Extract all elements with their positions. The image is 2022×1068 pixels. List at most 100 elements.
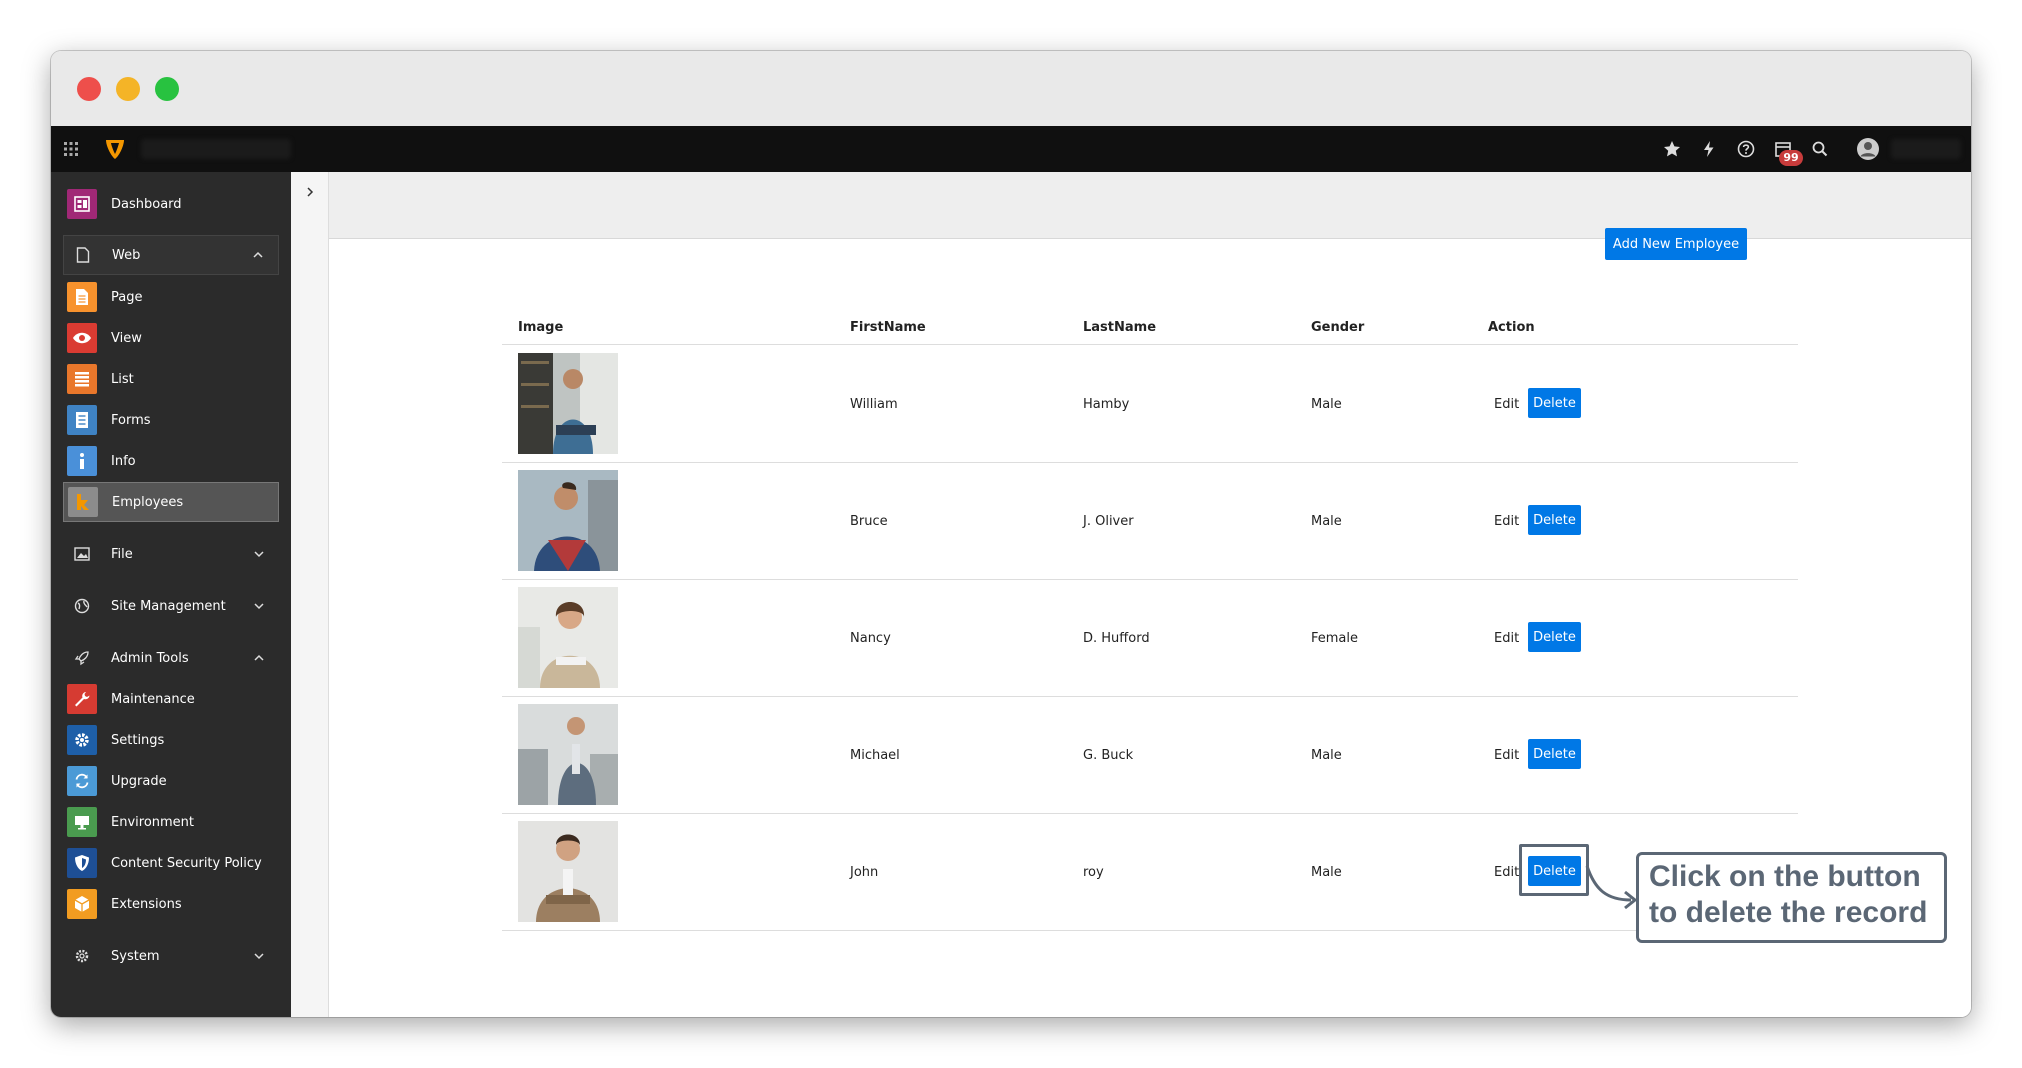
sidebar-item-extensions[interactable]: Extensions [63, 884, 279, 924]
page-tree-collapsed [291, 172, 329, 1017]
typo3-logo[interactable] [103, 137, 127, 161]
sidebar-item-label: Dashboard [111, 196, 182, 212]
typo3-topbar: 99 [51, 126, 1971, 172]
employees-extension-icon [68, 487, 98, 517]
help-icon[interactable] [1736, 139, 1756, 159]
delete-button[interactable]: Delete [1528, 505, 1581, 535]
sidebar-group-site-management[interactable]: Site Management [63, 586, 279, 626]
sidebar-item-view[interactable]: View [63, 318, 279, 358]
column-header-firstname: FirstName [850, 320, 926, 335]
sidebar-item-label: Forms [111, 412, 151, 428]
username-blurred [1891, 139, 1961, 159]
delete-button-highlight [1519, 844, 1589, 896]
cell-firstname: John [850, 865, 879, 880]
delete-button[interactable]: Delete [1528, 388, 1581, 418]
sidebar-item-list[interactable]: List [63, 359, 279, 399]
employee-photo [518, 821, 618, 922]
close-window-button[interactable] [77, 77, 101, 101]
sidebar-group-admin-tools[interactable]: Admin Tools [63, 638, 279, 678]
sidebar-item-label: Settings [111, 732, 165, 748]
column-header-lastname: LastName [1083, 320, 1157, 335]
sidebar-group-web[interactable]: Web [63, 235, 279, 275]
cell-firstname: Bruce [850, 514, 888, 529]
column-header-action: Action [1488, 320, 1535, 335]
star-icon[interactable] [1662, 139, 1682, 159]
sidebar-item-environment[interactable]: Environment [63, 802, 279, 842]
info-icon [67, 446, 97, 476]
bolt-icon[interactable] [1699, 139, 1719, 159]
sidebar-group-file[interactable]: File [63, 534, 279, 574]
edit-link[interactable]: Edit [1494, 514, 1519, 529]
sidebar-item-settings[interactable]: Settings [63, 720, 279, 760]
sidebar-item-employees[interactable]: Employees [63, 482, 279, 522]
user-avatar-icon[interactable] [1856, 137, 1880, 161]
sidebar-item-label: Environment [111, 814, 195, 830]
cell-gender: Male [1311, 865, 1342, 880]
sidebar-item-label: Content Security Policy [111, 855, 262, 871]
window-titlebar [51, 51, 1971, 126]
module-menu: Dashboard Web Page View List Forms Info … [51, 172, 291, 1017]
sidebar-group-label: File [111, 546, 133, 562]
sidebar-item-label: View [111, 330, 142, 346]
delete-button[interactable]: Delete [1528, 739, 1581, 769]
sidebar-item-upgrade[interactable]: Upgrade [63, 761, 279, 801]
dashboard-icon [67, 189, 97, 219]
chevron-down-icon [254, 551, 264, 558]
cell-lastname: G. Buck [1083, 748, 1134, 763]
maximize-window-button[interactable] [155, 77, 179, 101]
edit-link[interactable]: Edit [1494, 748, 1519, 763]
employee-photo [518, 587, 618, 688]
sidebar-item-content-security-policy[interactable]: Content Security Policy [63, 843, 279, 883]
box-icon [67, 889, 97, 919]
image-icon [72, 544, 92, 564]
cell-firstname: Michael [850, 748, 900, 763]
sidebar-item-info[interactable]: Info [63, 441, 279, 481]
edit-link[interactable]: Edit [1494, 397, 1519, 412]
shield-icon [67, 848, 97, 878]
forms-icon [67, 405, 97, 435]
globe-icon [72, 596, 92, 616]
cell-gender: Female [1311, 631, 1359, 646]
table-divider [502, 930, 1798, 931]
table-divider [502, 462, 1798, 463]
eye-icon [67, 323, 97, 353]
sidebar-item-label: Maintenance [111, 691, 195, 707]
sidebar-group-system[interactable]: System [63, 936, 279, 976]
notification-badge: 99 [1779, 150, 1803, 166]
sidebar-item-forms[interactable]: Forms [63, 400, 279, 440]
minimize-window-button[interactable] [116, 77, 140, 101]
edit-link[interactable]: Edit [1494, 865, 1519, 880]
sidebar-item-dashboard[interactable]: Dashboard [63, 184, 279, 224]
delete-button[interactable]: Delete [1528, 622, 1581, 652]
chevron-up-icon [254, 654, 264, 661]
chevron-up-icon [253, 251, 263, 258]
cell-gender: Male [1311, 748, 1342, 763]
table-divider [502, 344, 1798, 345]
sidebar-item-label: Employees [112, 494, 184, 510]
page-outline-icon [73, 245, 93, 265]
column-header-image: Image [518, 320, 564, 335]
cell-firstname: Nancy [850, 631, 891, 646]
sidebar-item-page[interactable]: Page [63, 277, 279, 317]
apps-grid-icon[interactable] [63, 141, 79, 157]
search-icon[interactable] [1810, 139, 1830, 159]
add-new-employee-button[interactable]: Add New Employee [1605, 228, 1747, 260]
edit-link[interactable]: Edit [1494, 631, 1519, 646]
monitor-icon [67, 807, 97, 837]
cell-lastname: J. Oliver [1083, 514, 1134, 529]
rocket-icon [72, 648, 92, 668]
column-header-gender: Gender [1311, 320, 1365, 335]
chevron-right-icon[interactable] [302, 184, 318, 200]
cell-lastname: Hamby [1083, 397, 1130, 412]
refresh-icon [67, 766, 97, 796]
sidebar-item-label: List [111, 371, 134, 387]
gear-icon [67, 725, 97, 755]
employee-photo [518, 470, 618, 571]
sidebar-group-label: Web [112, 247, 141, 263]
sidebar-item-maintenance[interactable]: Maintenance [63, 679, 279, 719]
chevron-down-icon [254, 953, 264, 960]
sidebar-item-label: Info [111, 453, 136, 469]
cell-lastname: D. Hufford [1083, 631, 1150, 646]
cell-gender: Male [1311, 514, 1342, 529]
employee-photo [518, 353, 618, 454]
